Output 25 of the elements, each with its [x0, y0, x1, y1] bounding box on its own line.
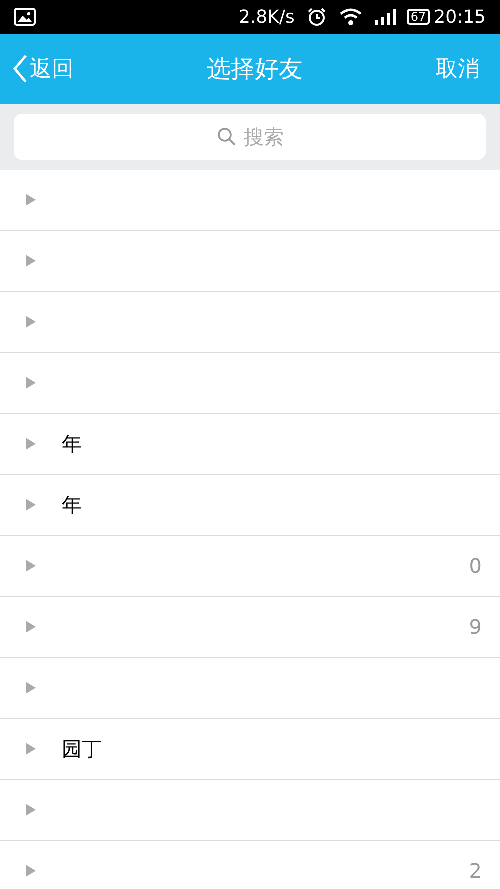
group-name: 年: [62, 432, 82, 456]
signal-icon: [372, 8, 399, 26]
search-field[interactable]: 搜索: [14, 114, 486, 160]
group-name: 园丁: [62, 737, 102, 761]
group-count: 9: [469, 614, 482, 641]
group-name: 年: [62, 493, 82, 517]
search-icon: [217, 127, 237, 147]
friend-group[interactable]: 9: [0, 597, 500, 658]
network-speed: 2.8K/s: [238, 6, 295, 30]
group-count: 2: [469, 858, 482, 885]
clock: 20:15: [434, 6, 486, 30]
friend-group[interactable]: 2: [0, 841, 500, 889]
friend-group[interactable]: 0: [0, 536, 500, 597]
wifi-icon: [338, 8, 363, 26]
back-icon: [12, 54, 28, 84]
image-icon: [14, 8, 36, 26]
alarm-icon: [306, 7, 327, 27]
friend-group[interactable]: 园丁: [0, 719, 500, 780]
friend-group[interactable]: 年: [0, 414, 500, 475]
page-title: 选择好友: [206, 54, 304, 85]
back-button[interactable]: 返回: [12, 52, 74, 86]
cancel-button[interactable]: 取消: [436, 52, 480, 86]
battery-indicator: 67: [406, 9, 430, 25]
friend-group[interactable]: 年: [0, 475, 500, 536]
group-count: 0: [469, 553, 482, 580]
